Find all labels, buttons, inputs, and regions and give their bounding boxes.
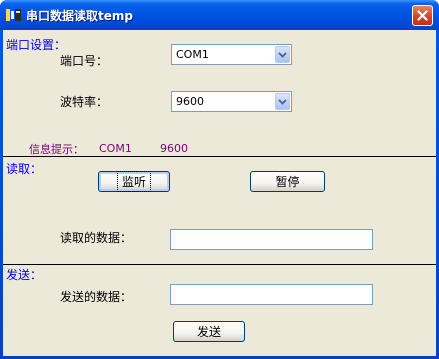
info-baud-value: 9600 [160,142,188,155]
send-data-label: 发送的数据： [60,290,133,304]
baud-label: 波特率： [60,95,109,109]
baud-select-dropdown-button[interactable] [275,93,290,110]
app-window: 串口数据读取temp 端口设置： 端口号： COM1 波特率： 9600 信息提… [0,0,439,359]
send-button[interactable]: 发送 [173,321,245,342]
window-title: 串口数据读取temp [26,9,133,23]
chevron-down-icon [278,98,287,105]
divider [3,264,436,265]
port-select[interactable]: COM1 [171,44,292,65]
pause-button[interactable]: 暂停 [250,171,325,192]
send-section-label: 发送： [6,268,43,282]
read-data-field[interactable] [170,229,373,250]
read-data-label: 读取的数据： [60,231,133,245]
port-label: 端口号： [60,54,109,68]
pause-button-label: 暂停 [275,175,300,189]
info-label: 信息提示： [29,143,84,156]
listen-button-label: 监听 [116,171,152,192]
info-port-value: COM1 [99,142,132,155]
send-data-field[interactable] [170,284,373,305]
listen-button[interactable]: 监听 [98,171,170,192]
port-select-value: COM1 [176,48,209,61]
divider [3,156,436,157]
send-button-label: 发送 [196,325,221,339]
port-settings-section-label: 端口设置： [6,38,67,52]
port-select-dropdown-button[interactable] [275,46,290,63]
close-button[interactable] [412,5,433,26]
chevron-down-icon [278,51,287,58]
dialog-client-area: 端口设置： 端口号： COM1 波特率： 9600 信息提示： COM1 960… [3,30,436,356]
app-icon [6,9,21,21]
read-section-label: 读取： [6,162,43,176]
title-bar[interactable]: 串口数据读取temp [0,0,439,30]
close-icon [417,10,428,21]
baud-select[interactable]: 9600 [171,91,292,112]
baud-select-value: 9600 [176,95,204,108]
